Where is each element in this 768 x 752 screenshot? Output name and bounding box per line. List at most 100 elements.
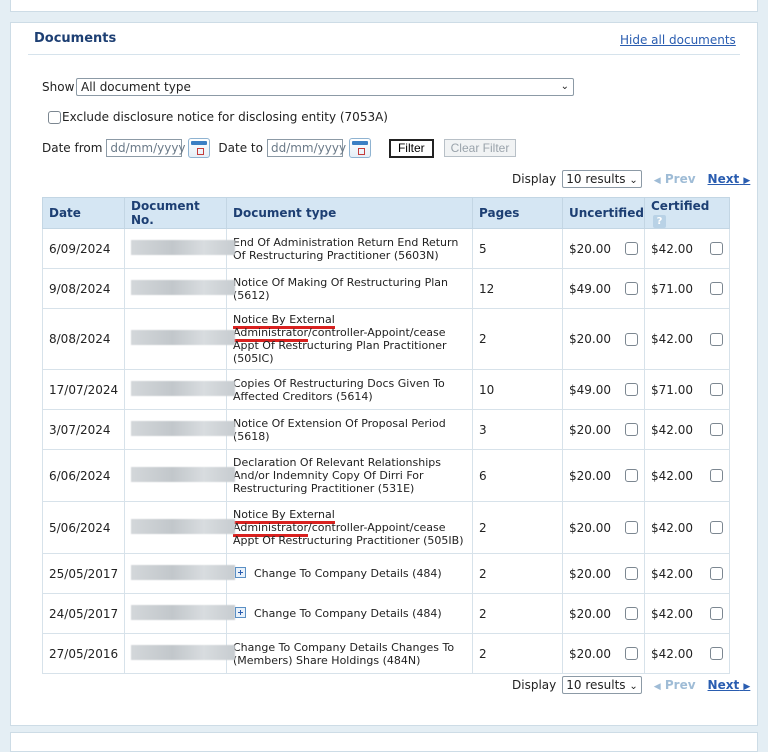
next-link[interactable]: Next ▶ — [708, 172, 751, 186]
uncertified-cell: $20.00 — [562, 308, 645, 370]
certified-checkbox[interactable] — [710, 332, 723, 346]
date-cell: 6/06/2024 — [42, 449, 125, 502]
certified-checkbox[interactable] — [710, 567, 723, 580]
document-type-cell[interactable]: Change To Company Details (484) — [226, 553, 473, 594]
uncertified-checkbox[interactable] — [625, 567, 638, 580]
calendar-icon[interactable] — [188, 138, 211, 158]
uncertified-cell: $20.00 — [562, 553, 645, 594]
document-no-cell — [124, 633, 235, 674]
exclude-disclosure-checkbox[interactable] — [48, 110, 61, 124]
document-type-cell[interactable]: Declaration Of Relevant Relationships An… — [226, 449, 473, 502]
certified-checkbox[interactable] — [710, 383, 723, 396]
certified-checkbox[interactable] — [710, 242, 723, 255]
uncertified-checkbox[interactable] — [625, 521, 638, 534]
document-type-cell[interactable]: Notice By External Administrator/control… — [226, 501, 473, 554]
chevron-left-icon: ◀ — [653, 682, 661, 692]
certified-price: $71.00 — [651, 281, 693, 296]
filter-button[interactable]: Filter — [388, 138, 434, 158]
column-header-document-type[interactable]: Document type — [226, 197, 473, 229]
column-header-certified: Certified? — [644, 197, 730, 229]
header-divider — [28, 54, 740, 55]
date-cell: 17/07/2024 — [42, 369, 125, 410]
table-row: 3/07/2024 Notice Of Extension Of Proposa… — [42, 409, 730, 450]
next-label: Next — [707, 678, 740, 692]
uncertified-checkbox[interactable] — [625, 647, 638, 660]
date-cell: 3/07/2024 — [42, 409, 125, 450]
uncertified-checkbox[interactable] — [625, 332, 638, 346]
uncertified-price: $49.00 — [569, 281, 611, 296]
date-cell: 8/08/2024 — [42, 308, 125, 370]
certified-header-label: Certified — [651, 198, 710, 213]
table-row: 6/06/2024 Declaration Of Relevant Relati… — [42, 449, 730, 502]
pages-cell: 2 — [472, 553, 563, 594]
column-header-document-no[interactable]: Document No. — [124, 197, 227, 229]
document-type-cell[interactable]: Notice Of Extension Of Proposal Period (… — [226, 409, 473, 450]
date-to-label: Date to — [218, 141, 263, 155]
results-per-page-select[interactable]: 10 results ⌄ — [562, 676, 642, 694]
help-icon[interactable]: ? — [653, 214, 666, 228]
documents-table: Date Document No. Document type Pages Un… — [42, 197, 730, 674]
column-header-date[interactable]: Date — [42, 197, 125, 229]
uncertified-checkbox[interactable] — [625, 469, 638, 482]
prev-link[interactable]: ◀ Prev — [654, 172, 696, 186]
date-cell: 24/05/2017 — [42, 593, 125, 634]
redacted-document-no — [131, 239, 235, 255]
results-per-page-value: 10 results — [566, 678, 626, 692]
document-no-cell — [124, 593, 235, 634]
next-link[interactable]: Next ▶ — [708, 678, 751, 692]
certified-checkbox[interactable] — [710, 469, 723, 482]
pages-cell: 2 — [472, 501, 563, 554]
results-per-page-select[interactable]: 10 results ⌄ — [562, 170, 642, 188]
pages-cell: 3 — [472, 409, 563, 450]
uncertified-price: $20.00 — [569, 468, 611, 483]
document-type-cell[interactable]: Copies Of Restructuring Docs Given To Af… — [226, 369, 473, 410]
date-from-input[interactable]: dd/mm/yyyy — [106, 139, 186, 157]
document-no-cell — [124, 308, 235, 370]
document-type-cell[interactable]: Notice Of Making Of Restructuring Plan (… — [226, 268, 473, 309]
certified-checkbox[interactable] — [710, 423, 723, 436]
document-no-cell — [124, 449, 235, 502]
certified-checkbox[interactable] — [710, 521, 723, 534]
uncertified-checkbox[interactable] — [625, 383, 638, 396]
document-no-cell — [124, 228, 235, 269]
uncertified-checkbox[interactable] — [625, 423, 638, 436]
hide-all-documents-link[interactable]: Hide all documents — [620, 33, 736, 47]
uncertified-checkbox[interactable] — [625, 282, 638, 295]
table-row: 8/08/2024 Notice By External Administrat… — [42, 308, 730, 370]
certified-price: $42.00 — [651, 241, 693, 256]
calendar-icon[interactable] — [348, 138, 371, 158]
document-type-text: Change To Company Details (484) — [254, 567, 442, 580]
prev-link[interactable]: ◀ Prev — [654, 678, 696, 692]
table-row: 24/05/2017 Change To Company Details (48… — [42, 593, 730, 634]
prev-label: Prev — [664, 172, 696, 186]
certified-checkbox[interactable] — [710, 607, 723, 620]
uncertified-price: $20.00 — [569, 646, 611, 661]
uncertified-checkbox[interactable] — [625, 607, 638, 620]
certified-cell: $42.00 — [644, 409, 730, 450]
document-type-cell[interactable]: Notice By External Administrator/control… — [226, 308, 473, 370]
document-type-cell[interactable]: Change To Company Details (484) — [226, 593, 473, 634]
date-to-input[interactable]: dd/mm/yyyy — [266, 139, 346, 157]
certified-checkbox[interactable] — [710, 647, 723, 660]
pages-cell: 2 — [472, 633, 563, 674]
certified-cell: $42.00 — [644, 228, 730, 269]
date-cell: 27/05/2016 — [42, 633, 125, 674]
column-header-pages[interactable]: Pages — [472, 197, 563, 229]
document-type-select[interactable]: All document type ⌄ — [76, 78, 574, 96]
document-type-cell[interactable]: End Of Administration Return End Return … — [226, 228, 473, 269]
certified-cell: $42.00 — [644, 501, 730, 554]
expand-plus-icon[interactable] — [235, 567, 246, 578]
expand-plus-icon[interactable] — [235, 607, 246, 618]
document-type-selected: All document type — [81, 80, 191, 94]
document-no-cell — [124, 501, 235, 554]
uncertified-cell: $20.00 — [562, 501, 645, 554]
uncertified-cell: $20.00 — [562, 633, 645, 674]
date-cell: 5/06/2024 — [42, 501, 125, 554]
uncertified-checkbox[interactable] — [625, 242, 638, 255]
next-label: Next — [707, 172, 740, 186]
date-from-label: Date from — [42, 141, 103, 155]
document-type-cell[interactable]: Change To Company Details Changes To (Me… — [226, 633, 473, 674]
exclude-disclosure-label: Exclude disclosure notice for disclosing… — [62, 110, 388, 124]
clear-filter-button[interactable]: Clear Filter — [443, 139, 517, 157]
certified-checkbox[interactable] — [710, 282, 723, 295]
